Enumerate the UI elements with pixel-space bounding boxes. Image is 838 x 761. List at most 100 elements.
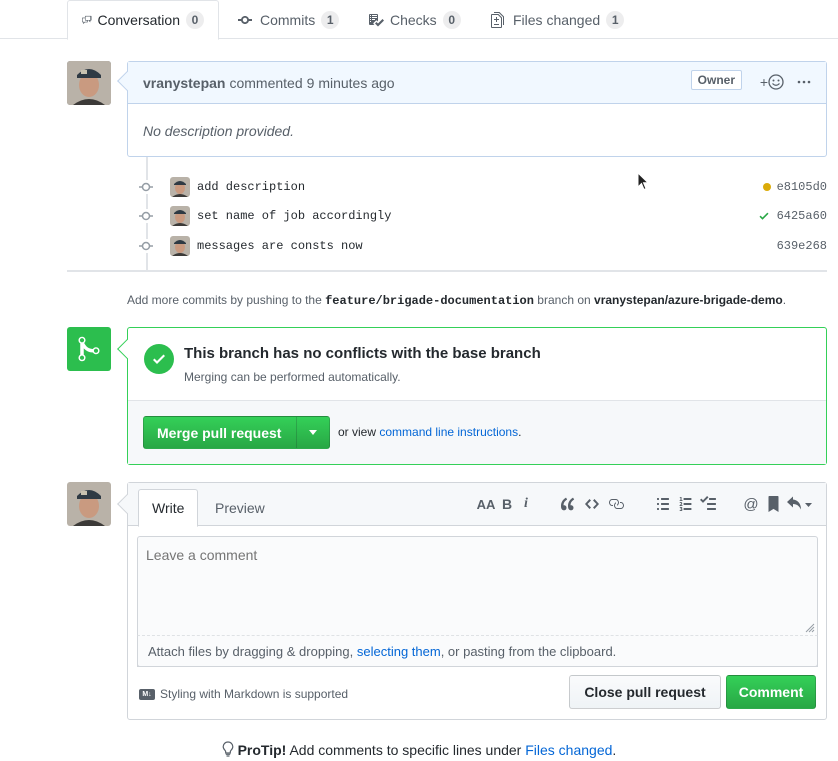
attach-prefix: Attach files by dragging & dropping, [148, 644, 354, 659]
merge-actions: Merge pull request or view command line … [128, 400, 826, 464]
commit-avatar[interactable] [170, 177, 190, 197]
check-icon[interactable] [757, 210, 771, 222]
light-bulb-icon [222, 741, 234, 757]
file-attachment-area[interactable]: Attach files by dragging & dropping, sel… [137, 635, 818, 667]
status-pending-dot-icon[interactable] [762, 183, 771, 191]
close-pull-request-button[interactable]: Close pull request [569, 675, 721, 709]
reaction-plus: + [759, 74, 768, 90]
comment-button[interactable]: Comment [726, 675, 816, 709]
commit-sha-text[interactable]: e8105d0 [777, 180, 827, 194]
merge-method-dropdown[interactable] [296, 416, 330, 449]
bookmark-icon[interactable] [767, 495, 779, 513]
protip-text: Add comments to specific lines under [289, 742, 522, 758]
protip-suffix: . [612, 742, 617, 758]
repo-name: vranystepan/azure-brigade-demo [594, 293, 783, 307]
commit-message[interactable]: set name of job accordingly [197, 209, 391, 223]
push-info-suffix: . [782, 293, 787, 307]
or-view-label: or view [338, 425, 377, 439]
markdown-note[interactable]: M↓ Styling with Markdown is supported [139, 687, 348, 701]
commit-message[interactable]: add description [197, 180, 305, 194]
push-info-middle: branch on [537, 293, 591, 307]
italic-icon[interactable]: i [520, 495, 532, 513]
tab-count: 0 [186, 11, 204, 29]
tab-count: 0 [442, 11, 461, 29]
pr-description-comment: vranystepan commented 9 minutes ago Owne… [117, 61, 827, 157]
link-icon[interactable] [608, 495, 624, 513]
tab-conversation[interactable]: Conversation 0 [67, 0, 219, 40]
comment-textarea[interactable] [138, 537, 817, 635]
protip-label: ProTip! [237, 742, 287, 758]
comment-time[interactable]: 9 minutes ago [307, 75, 395, 91]
tab-count: 1 [606, 11, 625, 29]
tab-count: 1 [321, 11, 340, 29]
diff-icon [491, 12, 504, 28]
quote-icon[interactable] [560, 495, 576, 513]
code-icon[interactable] [584, 495, 600, 513]
avatar[interactable] [67, 61, 111, 105]
push-info-prefix: Add more commits by pushing to the [127, 293, 322, 307]
task-list-icon[interactable] [700, 495, 716, 513]
commit-sha[interactable]: 639e268 [777, 239, 827, 253]
commit-sha-text[interactable]: 6425a60 [777, 209, 827, 223]
tab-checks[interactable]: Checks 0 [354, 0, 475, 40]
commit-dot-icon [139, 180, 153, 194]
add-reaction-button[interactable]: + [760, 74, 784, 90]
tab-commits[interactable]: Commits 1 [224, 0, 353, 40]
tab-label: Commits [260, 12, 316, 28]
pr-tabs: Conversation 0 Commits 1 Checks 0 Files … [0, 0, 838, 40]
checklist-icon [369, 14, 384, 27]
or-view-period: . [518, 425, 522, 439]
resize-handle-icon[interactable] [805, 623, 815, 633]
files-changed-link[interactable]: Files changed [525, 742, 612, 758]
tab-write[interactable]: Write [138, 489, 199, 527]
smiley-icon [768, 74, 784, 90]
merge-box: This branch has no conflicts with the ba… [117, 327, 827, 465]
merge-pull-request-button[interactable]: Merge pull request [143, 416, 297, 449]
editor-header: Write Preview AA B i @ [128, 483, 826, 527]
commit-sha-text[interactable]: 639e268 [777, 239, 827, 253]
unordered-list-icon[interactable] [655, 495, 671, 513]
commit-row: add description e8105d0 [139, 175, 829, 199]
markdown-note-text[interactable]: Styling with Markdown is supported [160, 687, 348, 701]
git-merge-icon [67, 327, 111, 371]
avatar-image [67, 482, 111, 526]
branch-name: feature/brigade-documentation [325, 294, 534, 308]
commit-row: set name of job accordingly 6425a60 [139, 204, 829, 228]
heading-icon[interactable]: AA [476, 495, 496, 513]
tab-preview[interactable]: Preview [202, 489, 278, 527]
commit-avatar[interactable] [170, 206, 190, 226]
kebab-horizontal-icon[interactable] [796, 74, 812, 93]
commit-dot-icon [139, 239, 153, 253]
triangle-down-icon [309, 429, 317, 435]
commit-row: messages are consts now 639e268 [139, 234, 829, 258]
select-files-link[interactable]: selecting them [357, 644, 441, 659]
commit-message[interactable]: messages are consts now [197, 239, 363, 253]
new-comment-form: Write Preview AA B i @ Attach files by d… [117, 482, 827, 720]
or-view-text: or view command line instructions. [338, 425, 521, 439]
mention-icon[interactable]: @ [743, 495, 759, 513]
avatar-image [67, 61, 111, 105]
commit-avatar[interactable] [170, 236, 190, 256]
conversation-icon [82, 15, 92, 25]
commit-icon [238, 16, 252, 24]
push-info: Add more commits by pushing to the featu… [127, 293, 786, 308]
protip: ProTip! Add comments to specific lines u… [0, 741, 838, 758]
attach-suffix: , or pasting from the clipboard. [440, 644, 617, 659]
commit-sha[interactable]: e8105d0 [762, 180, 827, 194]
tab-label: Conversation [97, 12, 181, 28]
bold-icon[interactable]: B [500, 495, 514, 513]
merge-status-title: This branch has no conflicts with the ba… [184, 345, 541, 362]
reply-icon[interactable] [787, 495, 813, 513]
tab-files-changed[interactable]: Files changed 1 [477, 0, 638, 40]
ordered-list-icon[interactable] [678, 495, 694, 513]
tab-label: Checks [390, 12, 437, 28]
comment-author[interactable]: vranystepan [143, 75, 225, 91]
comment-body: No description provided. [143, 123, 294, 139]
markdown-icon: M↓ [139, 688, 155, 700]
avatar[interactable] [67, 482, 111, 526]
commit-sha[interactable]: 6425a60 [757, 209, 827, 223]
command-line-instructions-link[interactable]: command line instructions [379, 425, 518, 439]
merge-status-subtitle: Merging can be performed automatically. [184, 370, 401, 384]
tab-label: Files changed [513, 12, 601, 28]
commit-dot-icon [139, 209, 153, 223]
